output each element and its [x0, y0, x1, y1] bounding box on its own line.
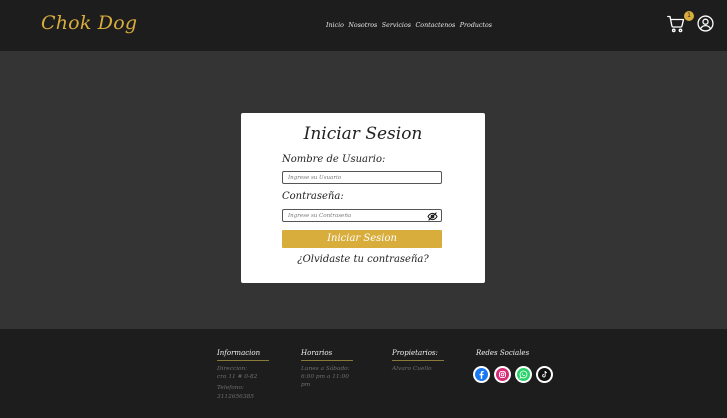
main-nav: Inicio Nosotros Servicios Contactenos Pr…: [326, 19, 497, 31]
footer-hours-column: Horarios Lunes a Sábado: 6:00 pm a 11:00…: [301, 349, 353, 390]
social-links: [473, 366, 553, 383]
footer-phone: 3112656385: [217, 393, 254, 400]
username-input[interactable]: [282, 171, 442, 184]
footer-address-label: Direccion:: [217, 366, 248, 372]
brand-logo[interactable]: Chok Dog: [41, 12, 137, 34]
footer-info-title: Informacion: [217, 349, 261, 357]
footer-info-column: Informacion Direccion: cra 11 # 0-82 Tel…: [217, 349, 269, 401]
login-card: Iniciar Sesion Nombre de Usuario: Contra…: [241, 113, 485, 283]
footer-hours-time: 6:00 pm a 11:00 pm: [301, 374, 349, 389]
site-header: Chok Dog Inicio Nosotros Servicios Conta…: [0, 0, 727, 51]
user-account-icon[interactable]: [697, 15, 714, 32]
footer-owners-column: Propietarios: Alvaro Cuello: [392, 349, 444, 373]
footer-hours-days: Lunes a Sábado:: [301, 366, 350, 372]
footer-owners-divider: [392, 360, 444, 361]
forgot-password-link[interactable]: ¿Olvidaste tu contraseña?: [241, 254, 485, 265]
cart-icon[interactable]: [667, 15, 685, 33]
footer-social-title: Redes Sociales: [476, 349, 530, 357]
cart-count-badge: 1: [684, 11, 694, 21]
facebook-icon[interactable]: [473, 366, 490, 383]
instagram-icon[interactable]: [494, 366, 511, 383]
toggle-password-visibility-icon[interactable]: [427, 212, 438, 221]
nav-link-productos[interactable]: Productos: [460, 22, 492, 29]
footer-phone-label: Telefono:: [217, 385, 244, 392]
footer-hours-title: Horarios: [301, 349, 333, 357]
login-title: Iniciar Sesion: [303, 124, 423, 144]
footer-hours-divider: [301, 360, 353, 361]
site-footer: Informacion Direccion: cra 11 # 0-82 Tel…: [0, 329, 727, 418]
password-input[interactable]: [282, 209, 442, 222]
tiktok-icon[interactable]: [536, 366, 553, 383]
username-label: Nombre de Usuario:: [282, 154, 386, 165]
nav-link-contactenos[interactable]: Contactenos: [415, 22, 455, 29]
nav-link-nosotros[interactable]: Nosotros: [348, 22, 377, 29]
nav-link-servicios[interactable]: Servicios: [382, 22, 411, 29]
footer-owners-title: Propietarios:: [392, 349, 438, 357]
whatsapp-icon[interactable]: [515, 366, 532, 383]
nav-link-inicio[interactable]: Inicio: [326, 22, 344, 29]
footer-info-divider: [217, 360, 269, 361]
login-submit-button[interactable]: Iniciar Sesion: [282, 230, 442, 248]
password-label: Contraseña:: [282, 191, 344, 202]
footer-address: cra 11 # 0-82: [217, 374, 258, 381]
footer-social-column: Redes Sociales: [476, 349, 529, 357]
footer-owner-name: Alvaro Cuello: [392, 366, 432, 372]
